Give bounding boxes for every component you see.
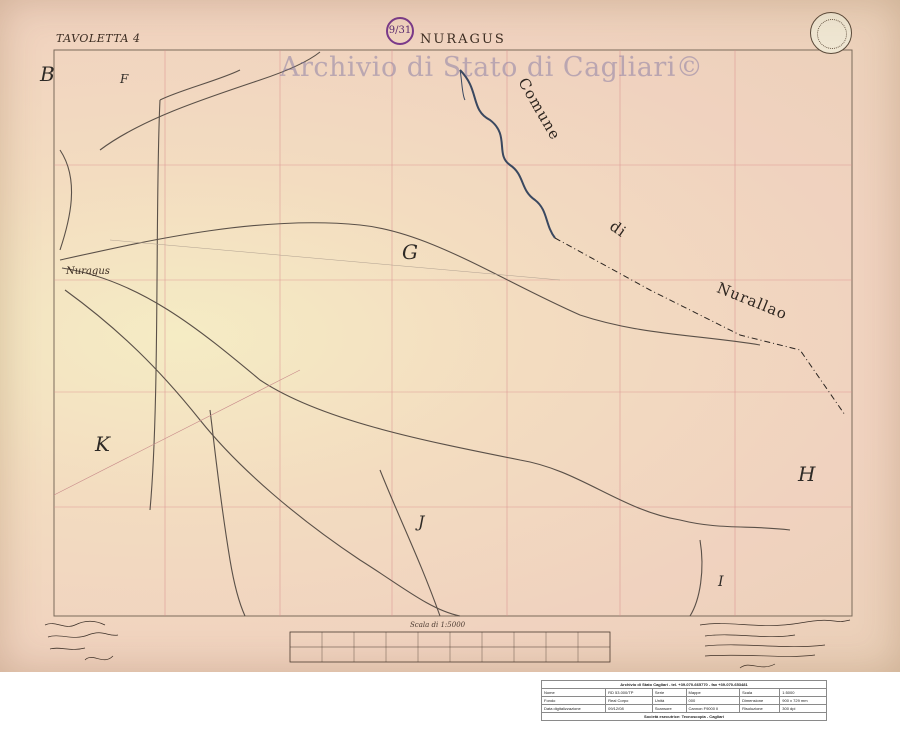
- table-row: Nome RD 53.000/TP Serie Mappe Scala 1:5000: [540, 688, 827, 697]
- signature-right: [699, 619, 851, 669]
- roads: [59, 51, 791, 617]
- map-sheet: 9/31 TAVOLETTA 4 NURAGUS Archivio di Sta…: [0, 0, 900, 672]
- archive-header: Archivio di Stato Cagliari - tel. +39-07…: [541, 680, 827, 689]
- sheet-title: NURAGUS: [420, 32, 506, 47]
- sheet-number-stamp: 9/31: [386, 17, 414, 45]
- signature-left: [44, 620, 119, 661]
- table-row: Data digitalizzazione 09/12/08 Scansore Ca…: [540, 704, 827, 713]
- map-frame: [53, 49, 853, 617]
- survey-line: [53, 369, 301, 496]
- zone-f: F: [120, 72, 129, 86]
- archive-metadata-table: Archivio di Stato Cagliari - tel. +39-07…: [540, 680, 827, 721]
- scale-label: Scala di 1:5000: [410, 621, 466, 629]
- grid-lines: [54, 50, 852, 616]
- map-drawing: [44, 49, 853, 669]
- tavoletta-label: TAVOLETTA 4: [56, 32, 141, 45]
- table-row: Fondo Real Corpo Unità 000 Dimensione 900 x…: [540, 696, 827, 705]
- zone-b: B: [40, 62, 55, 86]
- town-label: Nuragus: [66, 266, 110, 277]
- zone-j: J: [418, 512, 425, 531]
- archive-footer: Società esecutrice: Tecnoscopia - Caglia…: [541, 712, 827, 721]
- scale-bar: [289, 631, 611, 663]
- archive-watermark: Archivio di Stato di Cagliari©: [280, 52, 704, 83]
- comune-boundary: [554, 237, 846, 416]
- zone-k: K: [95, 432, 110, 456]
- zone-g: G: [402, 240, 418, 264]
- zone-h: H: [798, 462, 816, 486]
- seal-stamp: [810, 12, 852, 54]
- zone-i: I: [718, 574, 724, 590]
- survey-line-2: [109, 239, 561, 281]
